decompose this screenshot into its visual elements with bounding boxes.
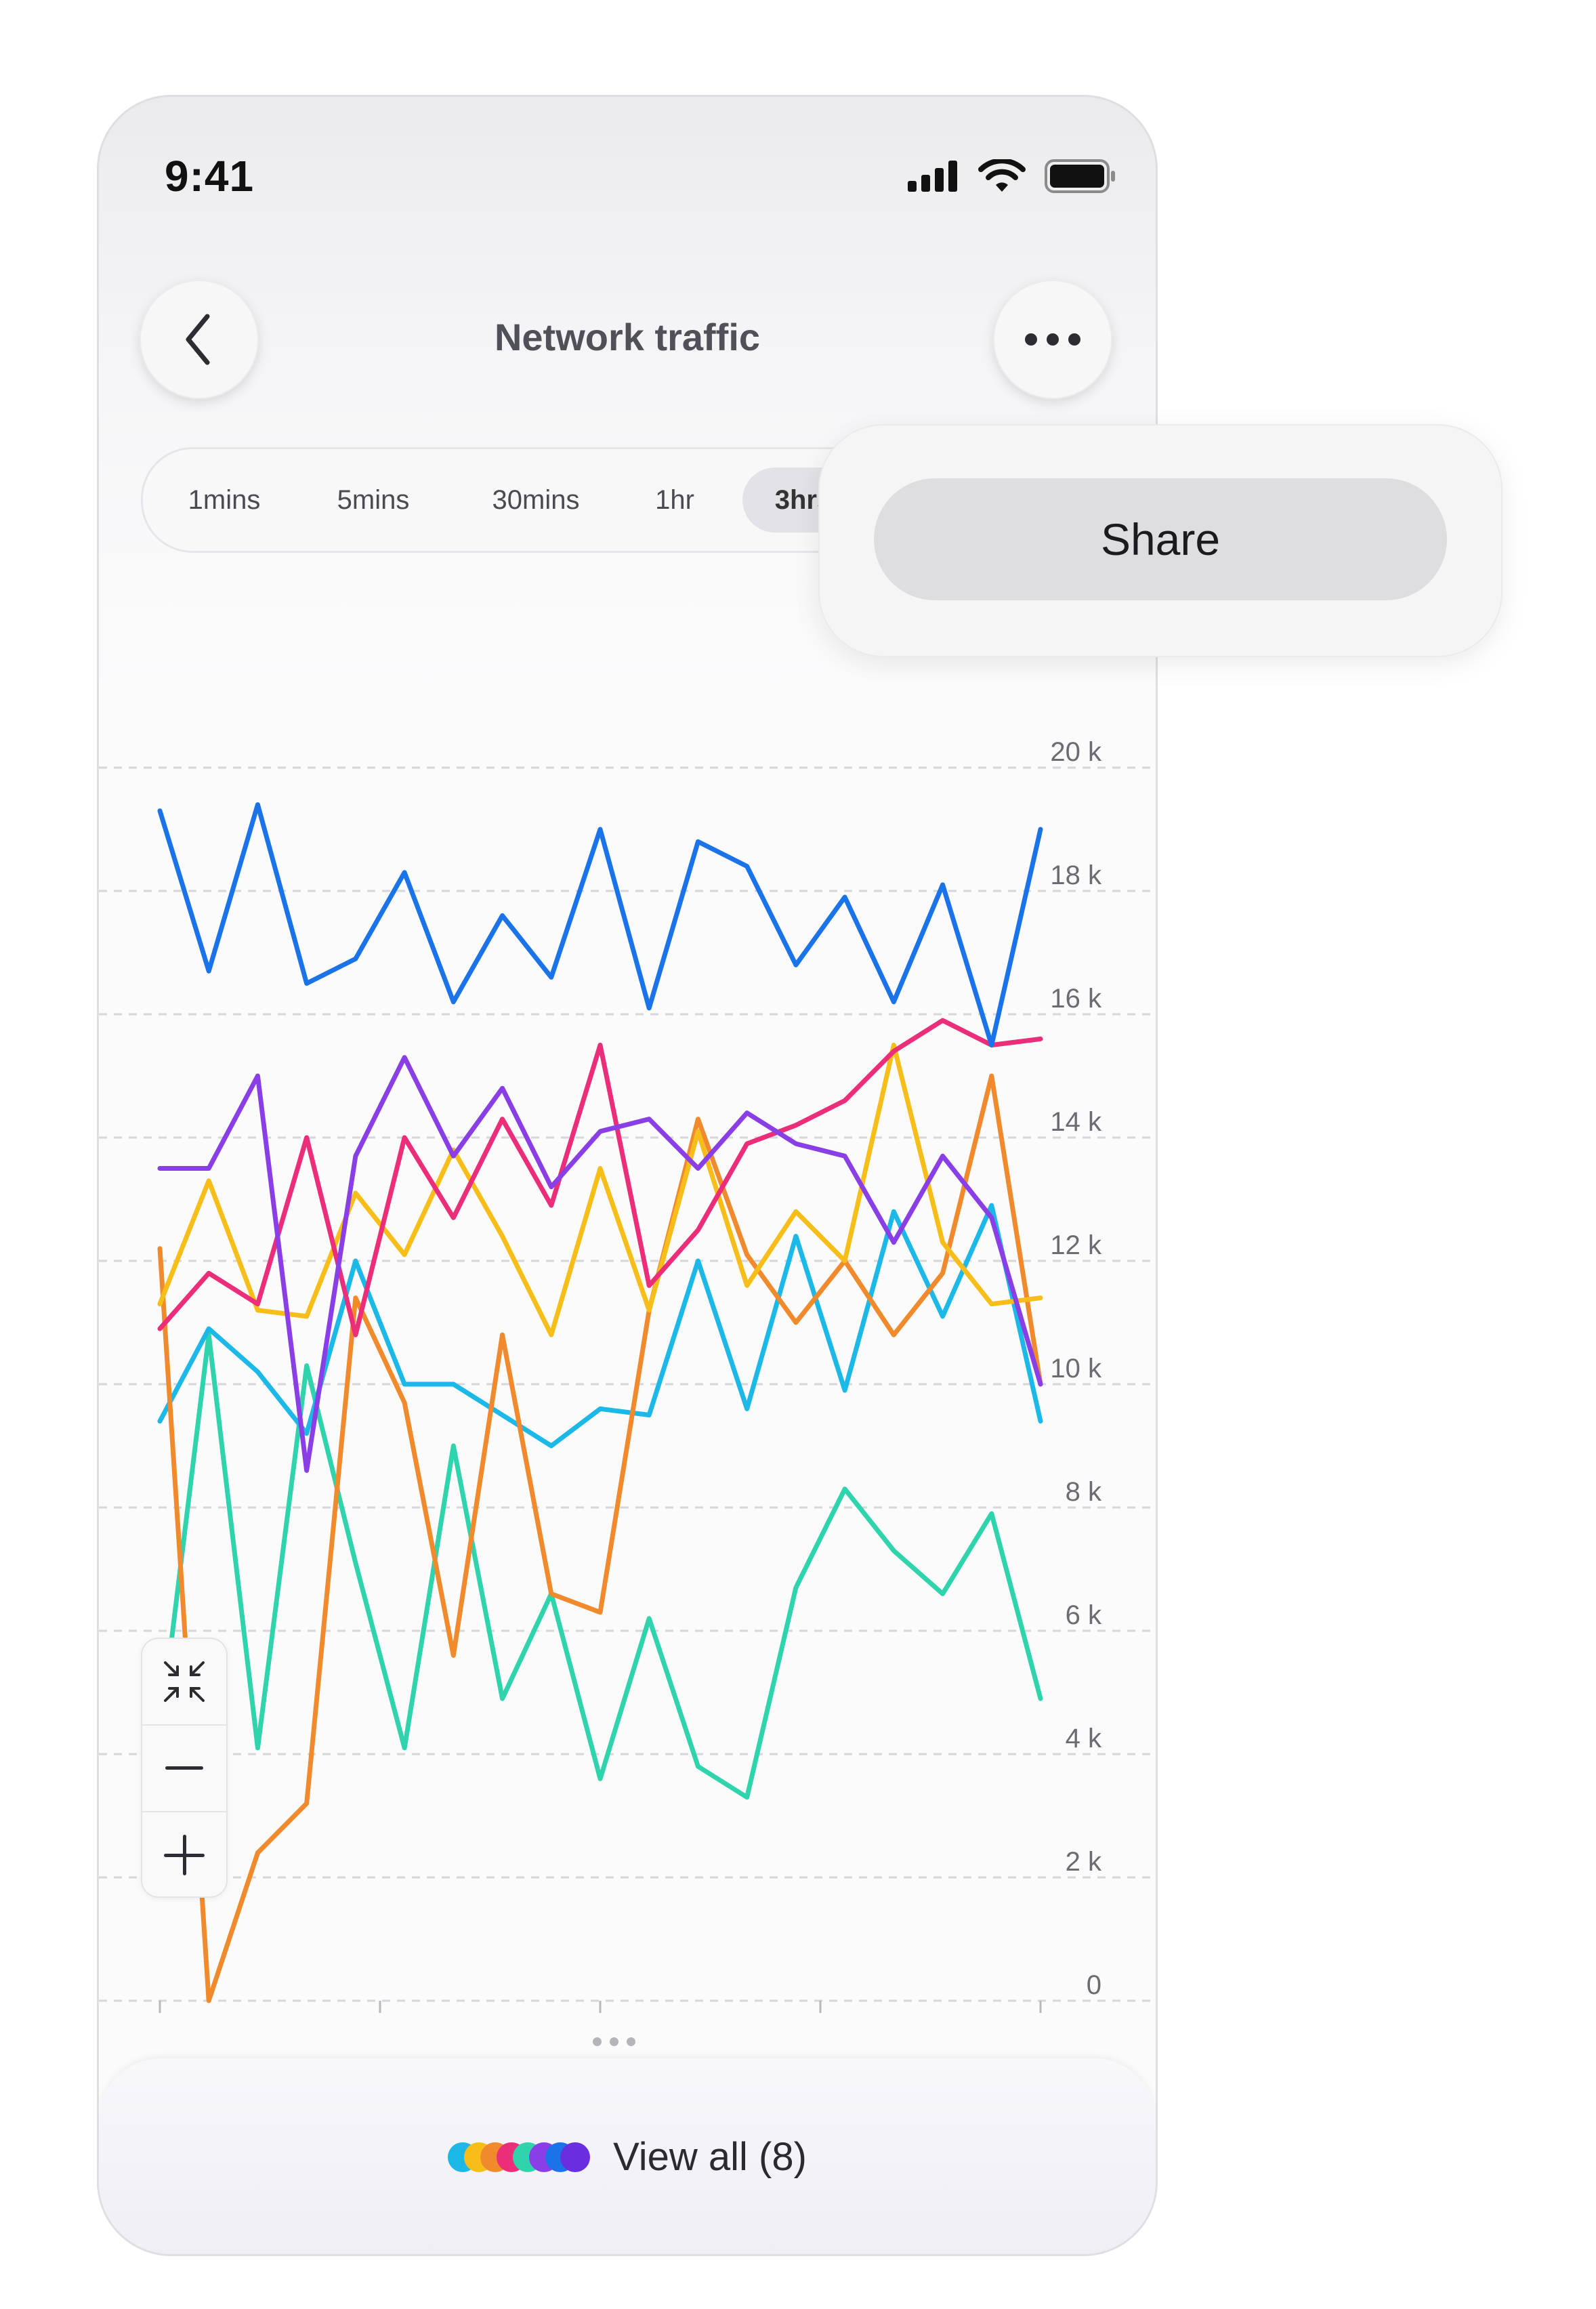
bottom-sheet: View all (8) — [99, 2058, 1156, 2254]
time-range-1mins[interactable]: 1mins — [170, 449, 278, 551]
y-tick-label: 0 — [1087, 1970, 1101, 2000]
y-tick-label: 18 k — [1050, 860, 1102, 890]
minimize-icon — [164, 1661, 205, 1702]
x-tick-label: 04:00 PM — [1030, 2031, 1146, 2035]
x-tick-label: 03:00 PM — [762, 2031, 878, 2035]
x-tick-label: 00:00 PM — [99, 2031, 215, 2035]
network-traffic-chart[interactable]: 0 2 k 4 k 6 k 8 k 10 k 12 k 14 k 16 k 18 k 20 k 00:… — [99, 707, 1156, 2035]
more-menu-popover: Share — [818, 424, 1503, 657]
more-button[interactable] — [993, 280, 1112, 399]
wifi-icon — [978, 159, 1026, 192]
x-tick-label: 02:00 PM — [542, 2031, 658, 2035]
fit-button[interactable] — [142, 1639, 226, 1724]
time-range-5mins[interactable]: 5mins — [319, 449, 427, 551]
y-tick-label: 2 k — [1066, 1847, 1102, 1877]
plus-icon — [164, 1835, 205, 1875]
y-tick-label: 4 k — [1066, 1724, 1102, 1753]
signal-icon — [908, 161, 957, 192]
series-line — [157, 802, 1043, 1047]
y-tick-label: 20 k — [1050, 737, 1102, 767]
y-tick-label: 16 k — [1050, 984, 1102, 1014]
more-horizontal-icon — [1025, 333, 1080, 346]
y-tick-label: 6 k — [1066, 1600, 1102, 1630]
series-color-dots — [448, 2142, 591, 2172]
zoom-out-button[interactable] — [142, 1726, 226, 1811]
y-tick-label: 14 k — [1050, 1107, 1102, 1137]
battery-icon — [1045, 159, 1115, 193]
view-all-button[interactable]: View all (8) — [99, 2134, 1156, 2180]
share-button[interactable]: Share — [874, 478, 1447, 600]
y-tick-label: 10 k — [1050, 1354, 1102, 1384]
x-tick-label: 01:00 PM — [322, 2031, 438, 2035]
time-range-30mins[interactable]: 30mins — [475, 449, 597, 551]
zoom-in-button[interactable] — [142, 1812, 226, 1898]
y-tick-label: 8 k — [1066, 1477, 1102, 1507]
minus-icon — [165, 1766, 203, 1770]
time-range-selector: 1mins 5mins 30mins 1hr 3hrs — [141, 447, 917, 553]
series-line — [157, 1332, 1043, 1800]
status-icons — [908, 159, 1116, 193]
view-all-label: View all (8) — [613, 2135, 807, 2179]
series-line — [157, 1203, 1043, 1449]
y-tick-label: 12 k — [1050, 1230, 1102, 1260]
status-time: 9:41 — [165, 152, 255, 201]
zoom-controls — [141, 1638, 228, 1898]
time-range-1hr[interactable]: 1hr — [631, 449, 719, 551]
series-line — [157, 1018, 1043, 1337]
sheet-grabber[interactable] — [593, 2037, 635, 2046]
phone-screen: 9:41 Network traffic 1mins 5mins 30mins … — [97, 95, 1158, 2256]
